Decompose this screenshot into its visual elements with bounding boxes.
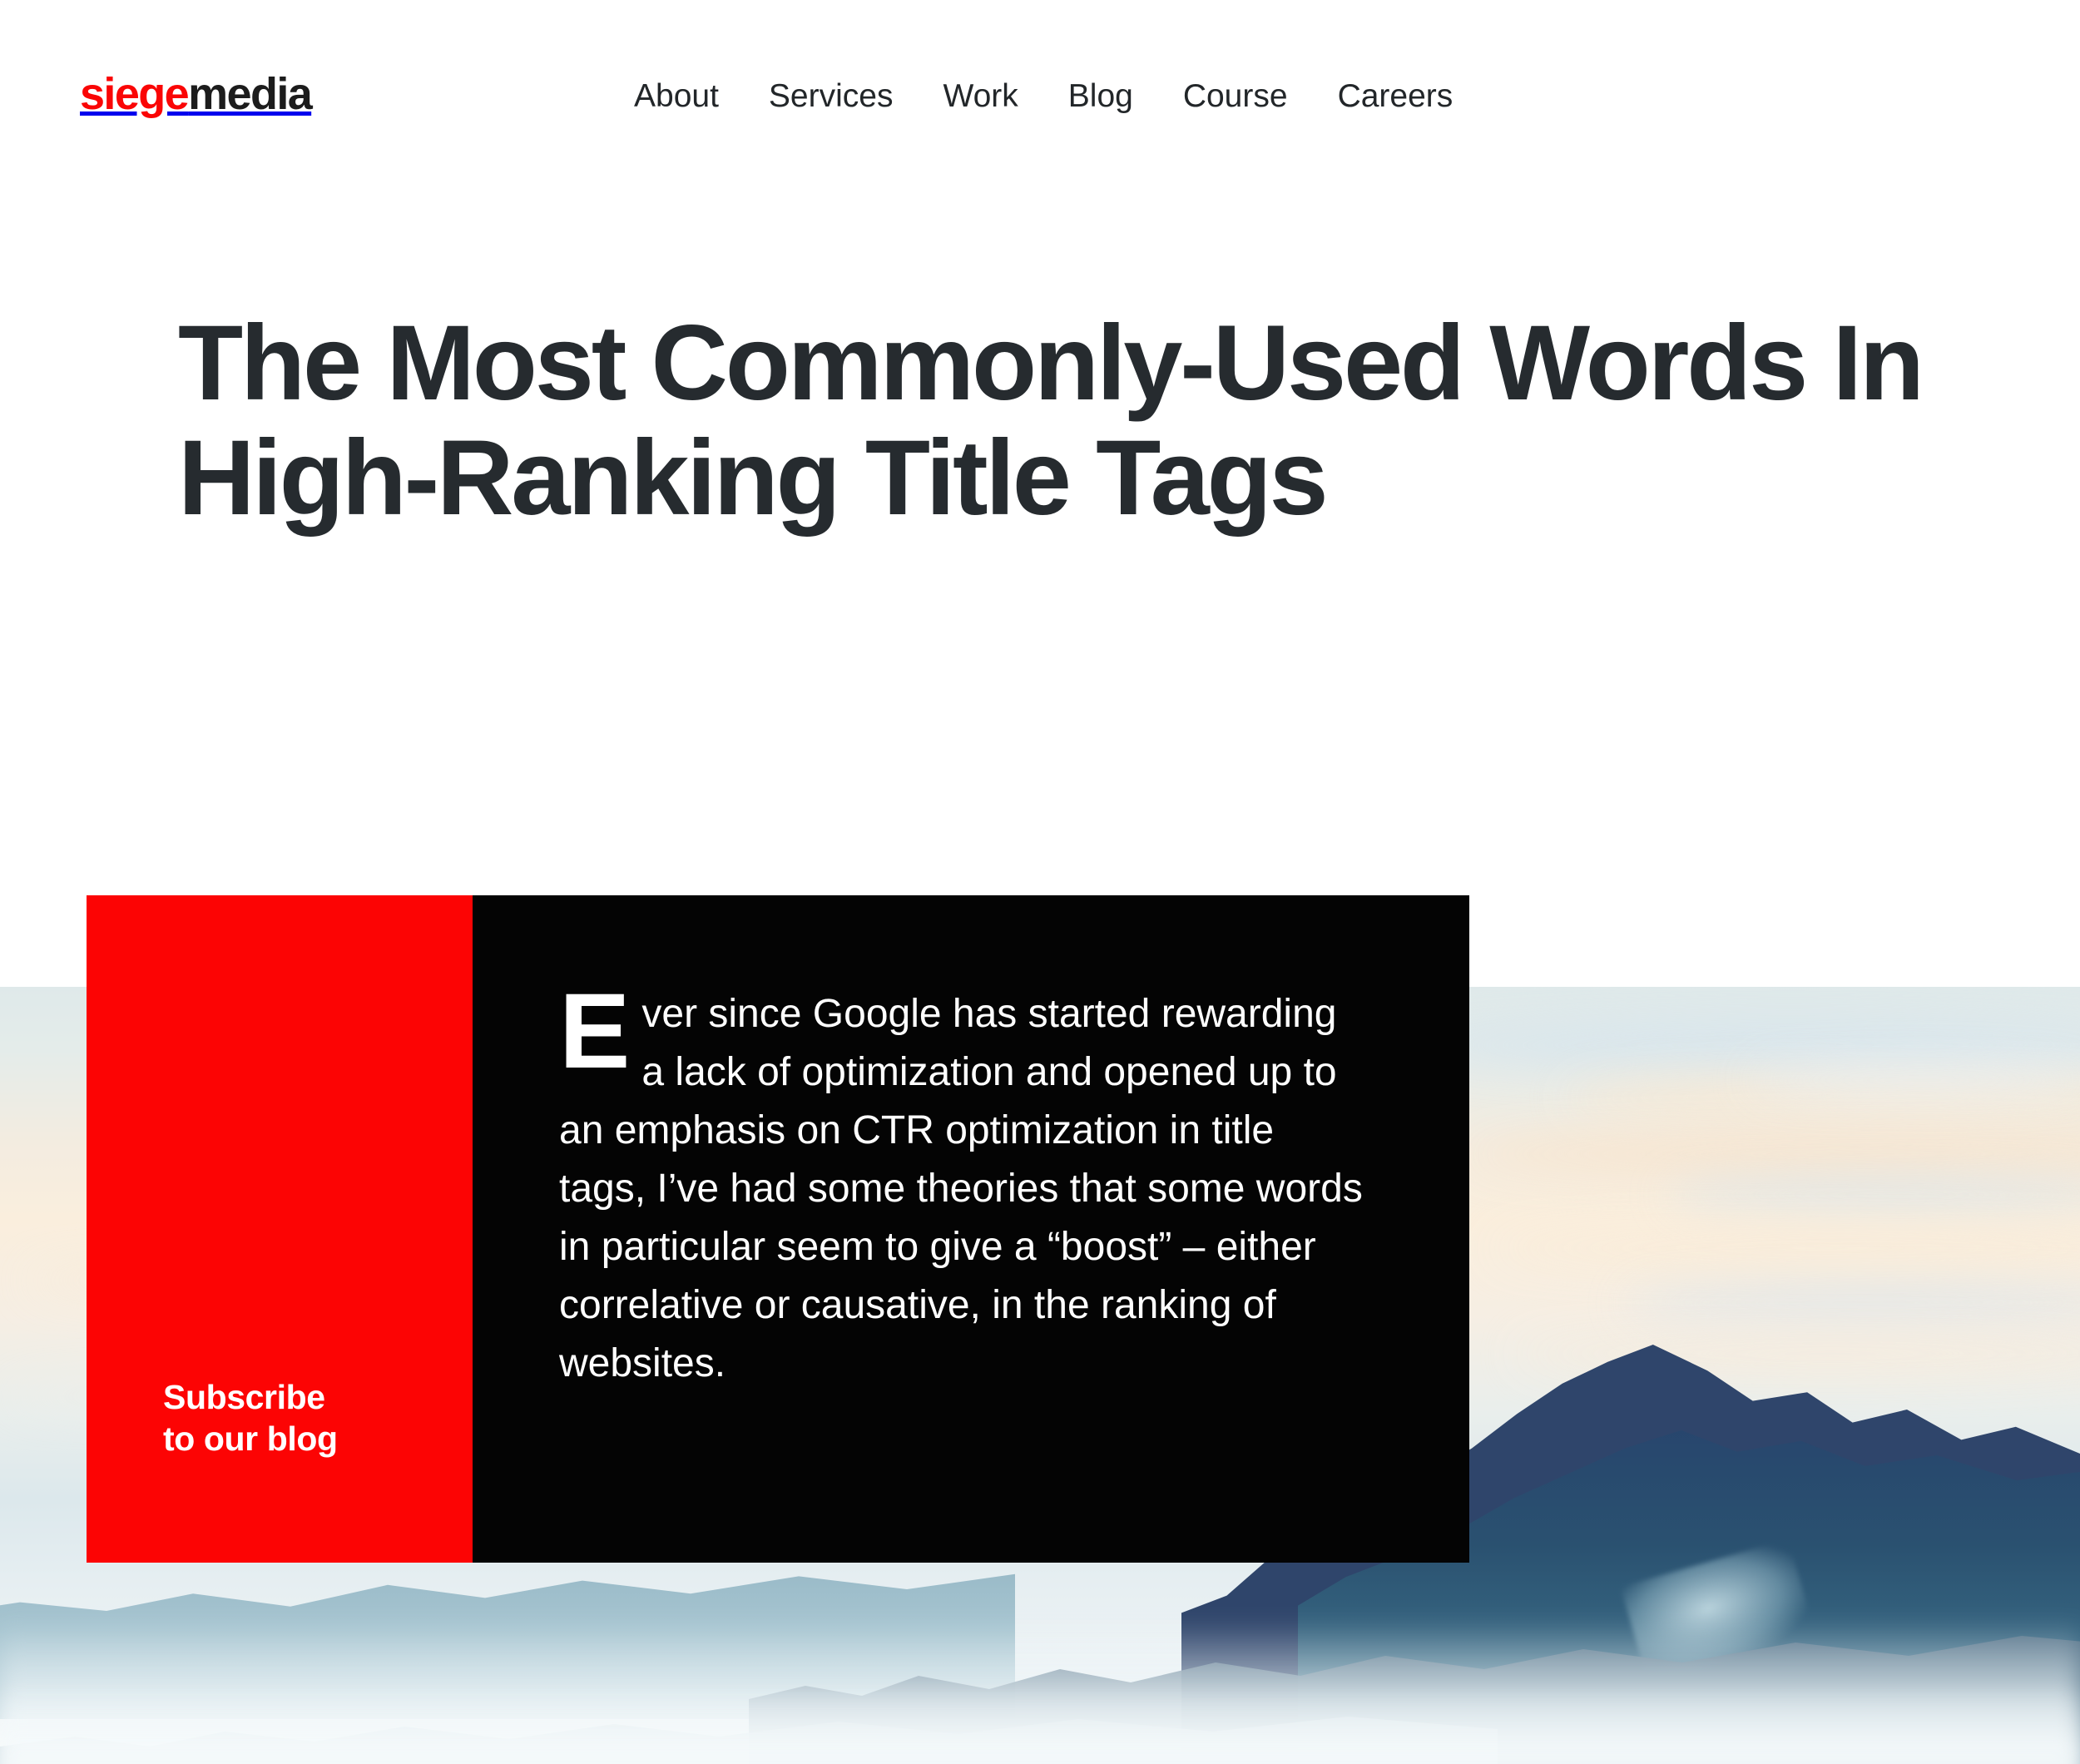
logo-text-siege: siege (80, 69, 190, 119)
cloud-streak (1414, 1020, 2080, 1070)
nav-item-work[interactable]: Work (918, 80, 1042, 112)
subscribe-label: Subscribe to our blog (163, 1376, 338, 1459)
cloud-streak (1622, 1286, 2080, 1320)
subscribe-label-line1: Subscribe (163, 1377, 325, 1416)
nav-item-about[interactable]: About (634, 80, 744, 112)
article-intro-box: Ever since Google has started rewarding … (473, 895, 1469, 1563)
article-intro-body: ver since Google has started rewarding a… (559, 992, 1363, 1386)
subscribe-label-line2: to our blog (163, 1419, 338, 1458)
fog-layer-lower (0, 1686, 2080, 1764)
cloud-streak (1514, 1336, 2080, 1371)
page-root: siegemedia About Services Work Blog Cour… (0, 0, 2080, 1764)
nav-item-blog[interactable]: Blog (1043, 80, 1158, 112)
cloud-streak (1747, 1066, 2080, 1094)
nav-item-careers[interactable]: Careers (1313, 80, 1454, 112)
drop-cap: E (559, 972, 631, 1091)
logo-text-media: media (188, 69, 313, 119)
site-header: siegemedia About Services Work Blog Cour… (0, 0, 2080, 166)
cloud-streak (1464, 1132, 2080, 1176)
article-intro-panel: Subscribe to our blog Ever since Google … (87, 895, 1469, 1563)
subscribe-cta[interactable]: Subscribe to our blog (87, 895, 473, 1563)
nav-item-course[interactable]: Course (1158, 80, 1313, 112)
nav-item-services[interactable]: Services (744, 80, 919, 112)
article-intro-paragraph: Ever since Google has started rewarding … (559, 972, 1369, 1394)
page-title: The Most Commonly-Used Words In High-Ran… (178, 304, 1924, 538)
cloud-streak (1664, 1178, 2080, 1212)
site-logo[interactable]: siegemedia (80, 69, 313, 119)
main-navigation: About Services Work Blog Course Careers (634, 80, 1453, 112)
cloud-streak (1489, 1228, 2080, 1268)
